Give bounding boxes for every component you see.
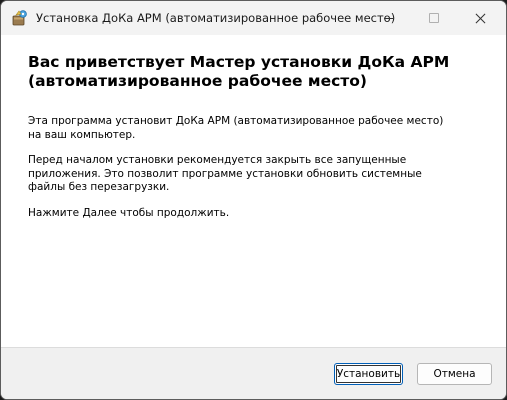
installer-icon xyxy=(11,9,29,27)
install-button[interactable]: Установить xyxy=(334,363,403,385)
button-bar: Установить Отмена xyxy=(1,347,506,399)
intro-text: Эта программа установит ДоКа АРМ (автома… xyxy=(28,115,444,141)
installer-window: Установка ДоКа АРМ (автоматизированное р… xyxy=(0,0,507,400)
maximize-icon xyxy=(429,13,439,23)
minimize-button[interactable] xyxy=(366,1,412,35)
window-title: Установка ДоКа АРМ (автоматизированное р… xyxy=(36,11,396,25)
advice-text: Перед началом установки рекомендуется за… xyxy=(28,154,422,193)
page-title: Вас приветствует Мастер установки ДоКа А… xyxy=(28,53,450,90)
close-icon xyxy=(475,13,486,24)
continue-text: Нажмите Далее чтобы продолжить. xyxy=(28,207,230,219)
cancel-button[interactable]: Отмена xyxy=(417,363,492,385)
minimize-icon xyxy=(384,17,394,19)
close-button[interactable] xyxy=(457,1,503,35)
maximize-button[interactable] xyxy=(411,1,457,35)
title-bar[interactable]: Установка ДоКа АРМ (автоматизированное р… xyxy=(1,1,506,35)
welcome-panel: Вас приветствует Мастер установки ДоКа А… xyxy=(1,35,506,347)
